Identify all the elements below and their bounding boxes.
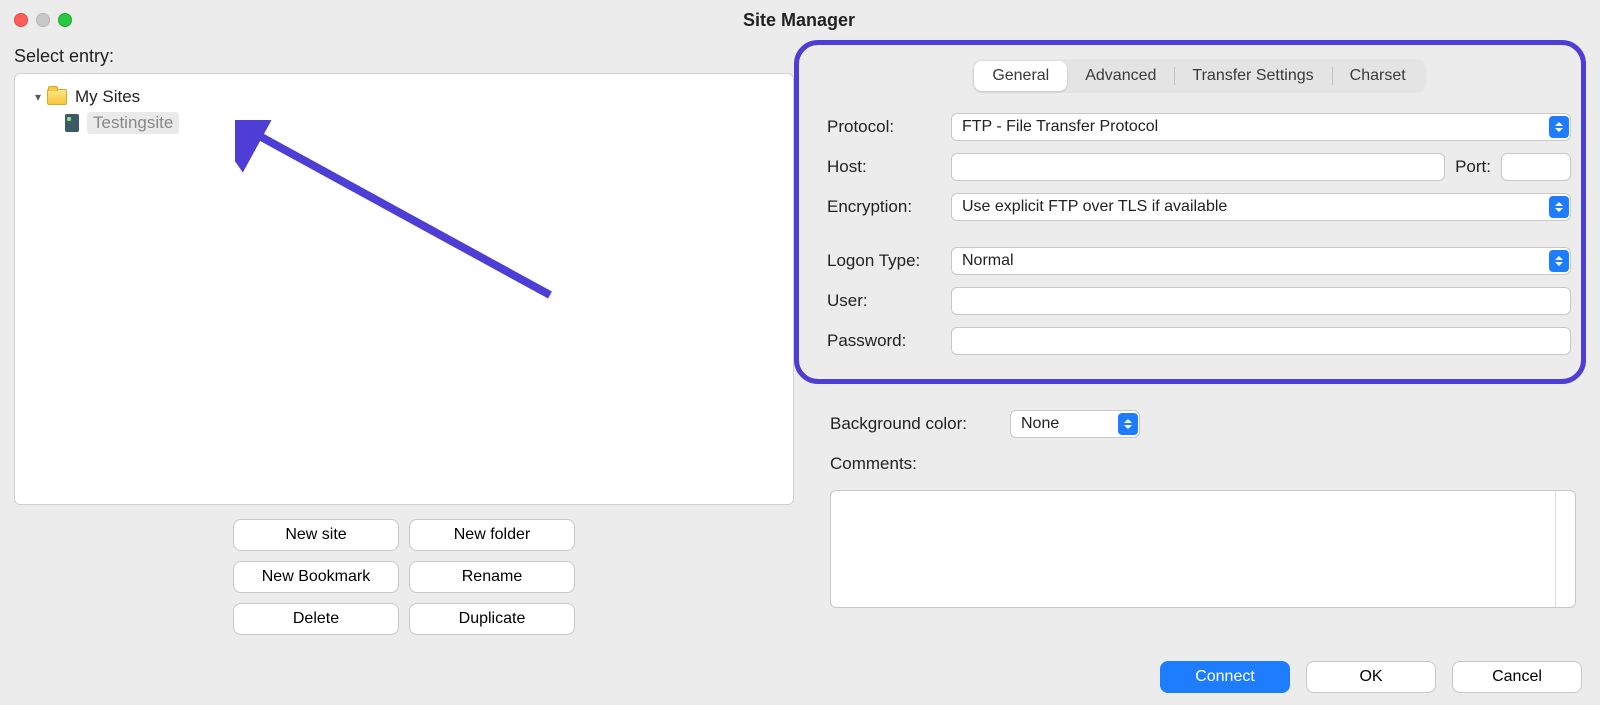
tab-general[interactable]: General xyxy=(974,61,1067,91)
select-arrows-icon xyxy=(1549,250,1569,272)
connect-button[interactable]: Connect xyxy=(1160,661,1290,693)
user-input[interactable] xyxy=(951,287,1571,315)
annotation-arrow-icon xyxy=(235,120,555,300)
window-controls xyxy=(14,13,72,27)
delete-button[interactable]: Delete xyxy=(233,603,399,635)
minimize-window-icon[interactable] xyxy=(36,13,50,27)
dialog-buttons: Connect OK Cancel xyxy=(1160,661,1582,693)
comments-label: Comments: xyxy=(830,454,1010,474)
sites-tree[interactable]: ▾ My Sites Testingsite xyxy=(14,73,794,505)
tab-advanced[interactable]: Advanced xyxy=(1067,61,1174,91)
host-label: Host: xyxy=(827,157,951,177)
select-arrows-icon xyxy=(1549,116,1569,138)
logon-type-label: Logon Type: xyxy=(827,251,951,271)
password-input[interactable] xyxy=(951,327,1571,355)
general-panel-highlight: General Advanced Transfer Settings Chars… xyxy=(794,40,1586,384)
tab-bar: General Advanced Transfer Settings Chars… xyxy=(827,59,1571,93)
bg-color-label: Background color: xyxy=(830,414,1010,434)
title-bar: Site Manager xyxy=(0,0,1600,40)
new-folder-button[interactable]: New folder xyxy=(409,519,575,551)
encryption-value: Use explicit FTP over TLS if available xyxy=(951,193,1571,221)
protocol-label: Protocol: xyxy=(827,117,951,137)
tab-charset[interactable]: Charset xyxy=(1332,61,1424,91)
encryption-select[interactable]: Use explicit FTP over TLS if available xyxy=(951,193,1571,221)
password-label: Password: xyxy=(827,331,951,351)
new-bookmark-button[interactable]: New Bookmark xyxy=(233,561,399,593)
folder-icon xyxy=(47,89,67,105)
rename-button[interactable]: Rename xyxy=(409,561,575,593)
duplicate-button[interactable]: Duplicate xyxy=(409,603,575,635)
extra-panel: Background color: None Comments: xyxy=(794,384,1586,608)
port-label: Port: xyxy=(1455,157,1491,177)
select-arrows-icon xyxy=(1549,196,1569,218)
protocol-value: FTP - File Transfer Protocol xyxy=(951,113,1571,141)
port-input[interactable] xyxy=(1501,153,1571,181)
select-arrows-icon xyxy=(1118,413,1138,435)
site-label: Testingsite xyxy=(87,112,179,134)
select-entry-label: Select entry: xyxy=(14,40,794,73)
encryption-label: Encryption: xyxy=(827,197,951,217)
site-buttons: New site New folder New Bookmark Rename … xyxy=(14,519,794,635)
root-label: My Sites xyxy=(75,87,140,107)
comments-textarea[interactable] xyxy=(830,490,1576,608)
scrollbar[interactable] xyxy=(1555,491,1575,607)
window-title: Site Manager xyxy=(72,10,1526,31)
comments-value xyxy=(831,491,1555,607)
tree-site[interactable]: Testingsite xyxy=(29,110,779,136)
new-site-button[interactable]: New site xyxy=(233,519,399,551)
chevron-down-icon[interactable]: ▾ xyxy=(29,90,47,104)
close-window-icon[interactable] xyxy=(14,13,28,27)
tree-root[interactable]: ▾ My Sites xyxy=(29,84,779,110)
protocol-select[interactable]: FTP - File Transfer Protocol xyxy=(951,113,1571,141)
tab-transfer[interactable]: Transfer Settings xyxy=(1174,61,1331,91)
host-input[interactable] xyxy=(951,153,1445,181)
maximize-window-icon[interactable] xyxy=(58,13,72,27)
cancel-button[interactable]: Cancel xyxy=(1452,661,1582,693)
server-icon xyxy=(65,114,79,132)
logon-type-select[interactable]: Normal xyxy=(951,247,1571,275)
bg-color-select[interactable]: None xyxy=(1010,410,1140,438)
ok-button[interactable]: OK xyxy=(1306,661,1436,693)
user-label: User: xyxy=(827,291,951,311)
logon-type-value: Normal xyxy=(951,247,1571,275)
